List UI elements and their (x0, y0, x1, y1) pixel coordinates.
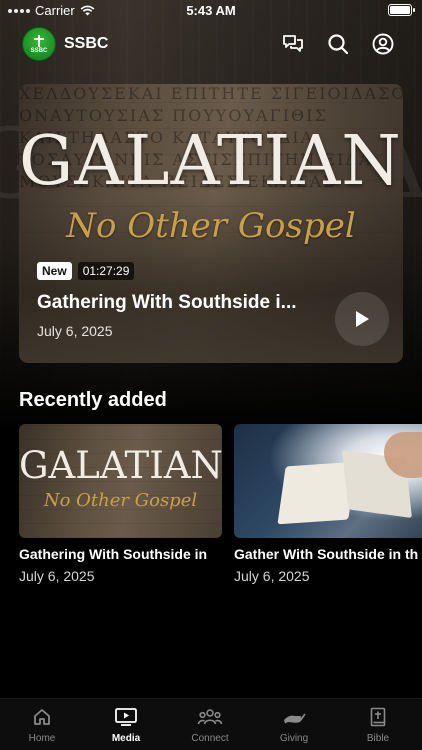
people-icon (197, 709, 223, 725)
hero-artwork-title: GALATIANS (19, 122, 403, 201)
hero-meta: New 01:27:29 (37, 262, 135, 280)
status-bar: Carrier 5:43 AM (0, 0, 422, 22)
hero-artwork-subtitle: No Other Gospel (66, 206, 356, 246)
media-thumbnail-2 (234, 424, 422, 538)
media-thumbnail-1: GALATIANS No Other Gospel (19, 424, 222, 538)
app-header: SSBC SSBC (0, 24, 422, 64)
giving-hand-icon (284, 713, 306, 724)
chat-icon[interactable] (281, 32, 305, 56)
tab-home[interactable]: Home (0, 707, 84, 744)
recently-added-heading: Recently added (19, 389, 167, 411)
play-icon (356, 311, 369, 327)
hero-date: July 6, 2025 (37, 323, 113, 339)
media-card-title: Gather With Southside in th (234, 546, 419, 562)
media-card-date: July 6, 2025 (19, 568, 95, 584)
tab-connect[interactable]: Connect (168, 707, 252, 744)
media-card-1[interactable]: GALATIANS No Other Gospel Gathering With… (19, 424, 222, 584)
featured-media-card[interactable]: ΧΕΛΔΟΥΣΕΚΑΙ ΕΠΙΤΗΤΕ ΣΙΓΕΙΟΙΔΑΣΟ ΟΝΑΥΤΟΥΣ… (19, 84, 403, 363)
search-icon[interactable] (326, 32, 350, 56)
media-card-date: July 6, 2025 (234, 568, 310, 584)
tab-bible[interactable]: Bible (336, 707, 420, 744)
media-icon (115, 708, 137, 726)
app-title: SSBC (64, 35, 109, 52)
tab-media[interactable]: Media (84, 707, 168, 744)
tab-giving[interactable]: Giving (252, 707, 336, 744)
thumbnail-artwork-title: GALATIANS (19, 444, 222, 487)
media-card-2[interactable]: Gather With Southside in th July 6, 2025 (234, 424, 422, 584)
bottom-tab-bar: Home Media Connect Giving Bible (0, 698, 422, 750)
church-logo[interactable]: SSBC (22, 27, 56, 61)
media-card-title: Gathering With Southside in (19, 546, 208, 562)
battery-icon (388, 4, 415, 16)
hero-title: Gathering With Southside i... (37, 292, 297, 313)
status-time: 5:43 AM (186, 3, 236, 18)
thumbnail-artwork-subtitle: No Other Gospel (43, 490, 198, 511)
duration-badge: 01:27:29 (77, 262, 135, 280)
new-badge: New (37, 262, 72, 280)
bible-icon (370, 707, 386, 727)
home-icon (34, 709, 50, 725)
profile-icon[interactable] (371, 32, 395, 56)
cross-icon (33, 34, 45, 47)
play-button[interactable] (335, 292, 389, 346)
